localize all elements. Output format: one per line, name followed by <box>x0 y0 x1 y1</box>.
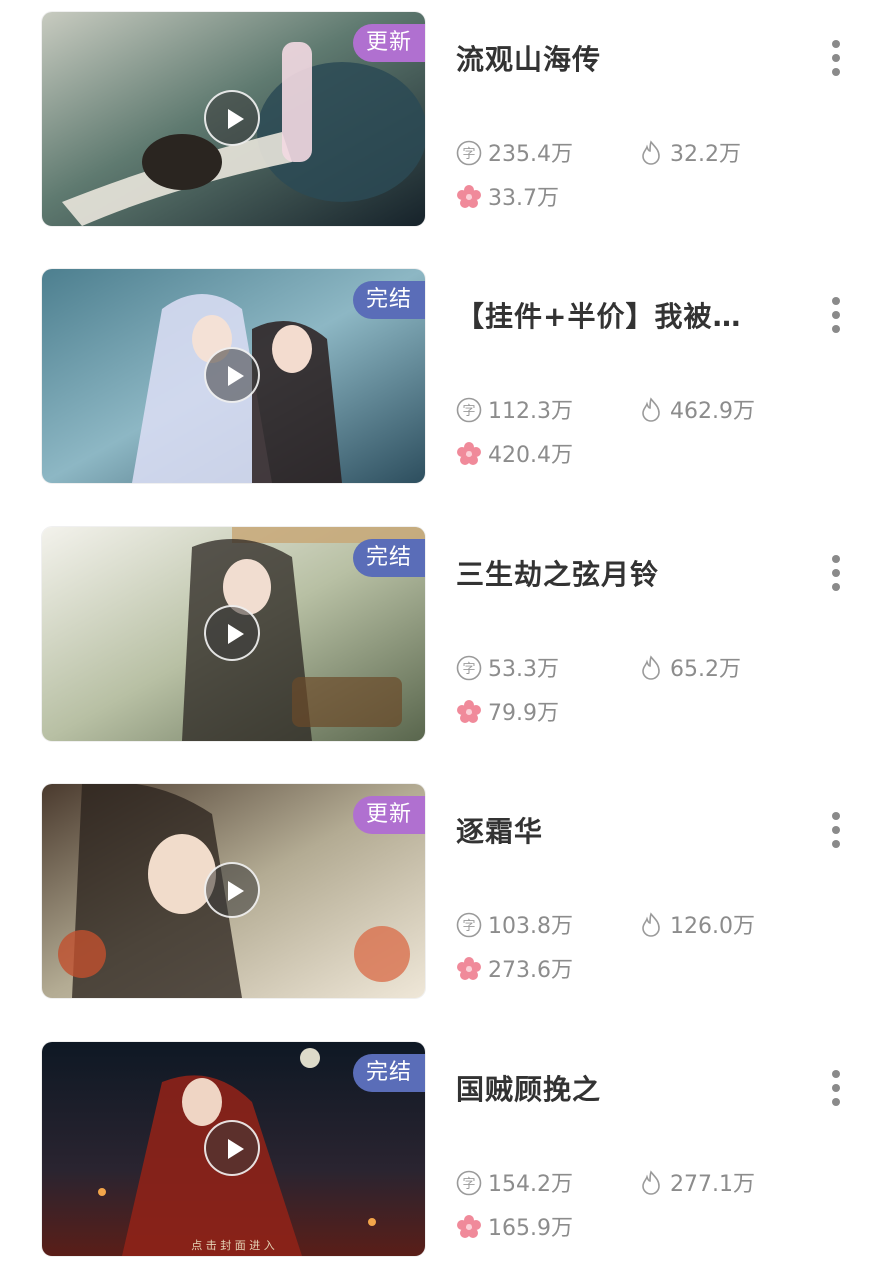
flower-icon <box>457 442 481 465</box>
novel-item[interactable]: 完结 【挂件+半价】我被… 字 112.3万 462.9万 420.4万 <box>0 269 874 485</box>
word-count: 字 154.2万 <box>456 1170 573 1200</box>
flame-icon <box>642 655 660 680</box>
more-vertical-icon[interactable] <box>826 812 846 852</box>
flame-icon <box>642 912 660 937</box>
novel-item[interactable]: 更新 逐霜华 字 103.8万 126.0万 273.6万 <box>0 784 874 1000</box>
flame-icon <box>642 397 660 422</box>
word-count-value: 112.3万 <box>488 399 573 424</box>
flower-icon <box>457 700 481 723</box>
popularity: 462.9万 <box>638 397 755 427</box>
word-count-value: 53.3万 <box>488 657 559 682</box>
popularity-value: 126.0万 <box>670 914 755 939</box>
novel-cover[interactable]: 更新 <box>42 784 425 998</box>
play-icon[interactable] <box>204 1120 260 1176</box>
novel-title[interactable]: 国贼顾挽之 <box>456 1068 766 1108</box>
more-vertical-icon[interactable] <box>826 1070 846 1110</box>
flower-count-value: 79.9万 <box>488 701 559 726</box>
word-count-icon: 字 <box>456 912 482 938</box>
word-count-value: 103.8万 <box>488 914 573 939</box>
more-vertical-icon[interactable] <box>826 555 846 595</box>
novel-cover[interactable]: 完结 <box>42 269 425 483</box>
novel-item[interactable]: 点 击 封 面 进 入 完结 国贼顾挽之 字 154.2万 277.1万 165.… <box>0 1042 874 1258</box>
play-icon[interactable] <box>204 862 260 918</box>
svg-text:字: 字 <box>462 404 475 419</box>
flower-count-value: 33.7万 <box>488 186 559 211</box>
flower-icon <box>457 1215 481 1238</box>
play-icon[interactable] <box>204 605 260 661</box>
word-count-value: 154.2万 <box>488 1172 573 1197</box>
word-count: 字 112.3万 <box>456 397 573 427</box>
flame-icon <box>642 1170 660 1195</box>
word-count: 字 53.3万 <box>456 655 559 685</box>
word-count: 字 103.8万 <box>456 912 573 942</box>
popularity: 277.1万 <box>638 1170 755 1200</box>
status-badge: 完结 <box>353 1054 425 1092</box>
flower-count: 273.6万 <box>456 956 573 986</box>
word-count-value: 235.4万 <box>488 142 573 167</box>
flower-count: 420.4万 <box>456 441 573 471</box>
status-badge: 更新 <box>353 24 425 62</box>
flower-icon <box>457 957 481 980</box>
word-count-icon: 字 <box>456 655 482 681</box>
word-count: 字 235.4万 <box>456 140 573 170</box>
novel-cover[interactable]: 更新 <box>42 12 425 226</box>
more-vertical-icon[interactable] <box>826 40 846 80</box>
flower-count: 79.9万 <box>456 699 559 729</box>
svg-text:字: 字 <box>462 1177 475 1192</box>
novel-item[interactable]: 更新 流观山海传 字 235.4万 32.2万 33.7万 <box>0 12 874 228</box>
popularity: 32.2万 <box>638 140 741 170</box>
flower-count-value: 420.4万 <box>488 443 573 468</box>
word-count-icon: 字 <box>456 1170 482 1196</box>
popularity: 65.2万 <box>638 655 741 685</box>
novel-title[interactable]: 【挂件+半价】我被… <box>456 295 766 335</box>
novel-cover[interactable]: 点 击 封 面 进 入 完结 <box>42 1042 425 1256</box>
novel-title[interactable]: 流观山海传 <box>456 38 766 78</box>
word-count-icon: 字 <box>456 397 482 423</box>
novel-title[interactable]: 三生劫之弦月铃 <box>456 553 766 593</box>
status-badge: 完结 <box>353 281 425 319</box>
flower-count: 165.9万 <box>456 1214 573 1244</box>
status-badge: 更新 <box>353 796 425 834</box>
novel-item[interactable]: 完结 三生劫之弦月铃 字 53.3万 65.2万 79.9万 <box>0 527 874 743</box>
popularity-value: 462.9万 <box>670 399 755 424</box>
popularity-value: 65.2万 <box>670 657 741 682</box>
popularity-value: 32.2万 <box>670 142 741 167</box>
play-icon[interactable] <box>204 90 260 146</box>
popularity: 126.0万 <box>638 912 755 942</box>
word-count-icon: 字 <box>456 140 482 166</box>
svg-text:字: 字 <box>462 919 475 934</box>
play-icon[interactable] <box>204 347 260 403</box>
flower-icon <box>457 185 481 208</box>
novel-title[interactable]: 逐霜华 <box>456 810 766 850</box>
flower-count-value: 165.9万 <box>488 1216 573 1241</box>
cover-caption: 点 击 封 面 进 入 <box>191 1238 274 1252</box>
flame-icon <box>642 140 660 165</box>
popularity-value: 277.1万 <box>670 1172 755 1197</box>
status-badge: 完结 <box>353 539 425 577</box>
more-vertical-icon[interactable] <box>826 297 846 337</box>
svg-text:字: 字 <box>462 147 475 162</box>
flower-count-value: 273.6万 <box>488 958 573 983</box>
flower-count: 33.7万 <box>456 184 559 214</box>
svg-text:字: 字 <box>462 662 475 677</box>
novel-cover[interactable]: 完结 <box>42 527 425 741</box>
